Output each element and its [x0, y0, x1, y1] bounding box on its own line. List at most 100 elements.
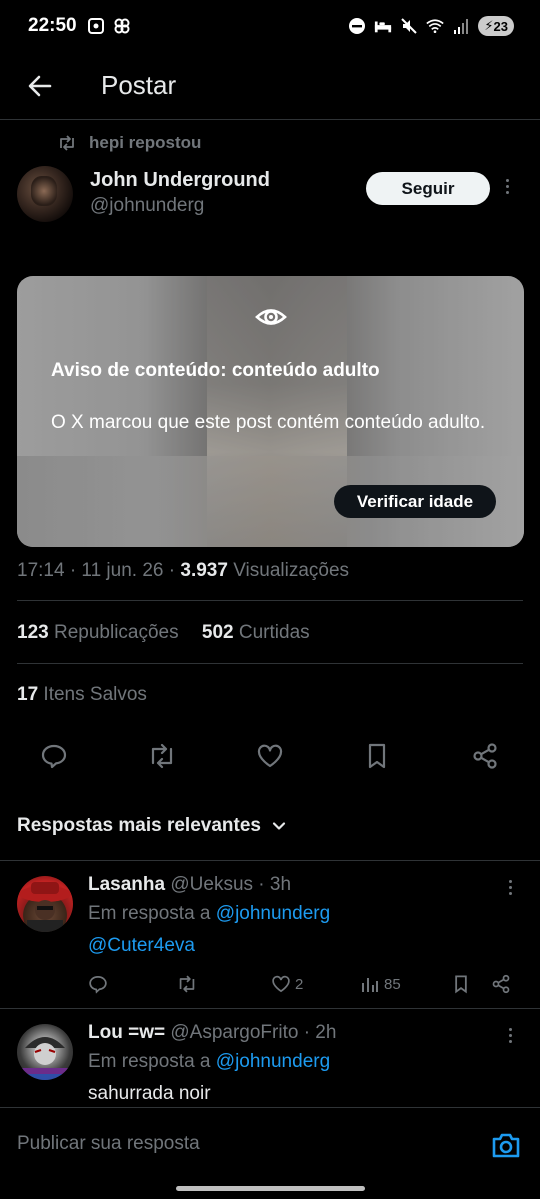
reply-author-name[interactable]: Lasanha: [88, 874, 165, 895]
more-options-icon[interactable]: [506, 179, 509, 194]
divider: [17, 600, 523, 601]
heart-icon: [257, 744, 283, 768]
reply-to-mention[interactable]: @johnunderg: [216, 903, 330, 924]
reply-author-handle[interactable]: @Ueksus: [170, 874, 253, 895]
reply-author-handle[interactable]: @AspargoFrito: [170, 1022, 298, 1043]
repost-indicator[interactable]: hepi repostou: [57, 133, 201, 153]
reply-button[interactable]: [38, 740, 70, 772]
views-count: 85: [384, 975, 401, 993]
share-button[interactable]: [491, 969, 511, 999]
reply-context-prefix: Em resposta a: [88, 903, 216, 924]
repost-text: hepi repostou: [89, 133, 202, 152]
wifi-icon: [426, 17, 445, 35]
more-options-icon[interactable]: [509, 1028, 512, 1043]
reply-composer[interactable]: Publicar sua resposta: [0, 1107, 540, 1181]
reply-button[interactable]: [88, 969, 108, 999]
home-indicator[interactable]: [176, 1186, 365, 1191]
reply-actions: 2 85: [88, 969, 518, 999]
status-time: 22:50: [28, 15, 77, 36]
do-not-disturb-icon: [348, 17, 366, 35]
reposts-count: 123: [17, 622, 49, 643]
heart-icon: [272, 975, 290, 993]
battery-icon: ⚡: [484, 18, 494, 33]
like-button[interactable]: 2: [271, 969, 303, 999]
like-count: 2: [295, 975, 304, 993]
saves-stat[interactable]: 17 Itens Salvos: [17, 684, 147, 706]
signal-icon: [452, 17, 470, 35]
repost-icon: [151, 743, 173, 769]
battery-indicator: ⚡ 23: [478, 16, 514, 36]
reply-author-name[interactable]: Lou =w=: [88, 1022, 165, 1043]
reply-context: Em resposta a @johnunderg: [88, 1051, 330, 1073]
like-button[interactable]: [254, 740, 286, 772]
page-title: Postar: [101, 70, 177, 100]
repost-button[interactable]: [146, 740, 178, 772]
reply-item[interactable]: Lasanha @Ueksus · 3h Em resposta a @john…: [0, 860, 540, 1008]
views-button[interactable]: 85: [360, 969, 401, 999]
post-timestamp: 17:14 · 11 jun. 26 ·: [17, 560, 181, 581]
reply-icon: [89, 975, 107, 994]
reply-context: Em resposta a @johnunderg: [88, 903, 330, 925]
post-author: John Underground @johnunderg Seguir: [17, 164, 523, 226]
saves-count: 17: [17, 684, 39, 705]
share-icon: [473, 743, 497, 769]
repost-icon: [60, 135, 74, 151]
views-label: Visualizações: [227, 560, 350, 581]
follow-button[interactable]: Seguir: [366, 172, 490, 205]
engagement-stats: 123 Republicações 502 Curtidas: [17, 622, 310, 644]
post-meta: 17:14 · 11 jun. 26 · 3.937 Visualizações: [17, 560, 349, 582]
reply-to-mention[interactable]: @johnunderg: [216, 1051, 330, 1072]
reply-item[interactable]: Lou =w= @AspargoFrito · 2h Em resposta a…: [0, 1008, 540, 1107]
status-bar: 22:50 ⚡ 23: [0, 0, 540, 52]
replies-sort-dropdown[interactable]: Respostas mais relevantes: [17, 815, 287, 837]
repost-icon: [179, 975, 195, 993]
divider: [17, 663, 523, 664]
saves-label: Itens Salvos: [38, 684, 147, 705]
bookmark-button[interactable]: [452, 969, 470, 999]
more-options-icon[interactable]: [509, 880, 512, 895]
camera-icon[interactable]: [490, 1129, 522, 1161]
chevron-down-icon: [272, 822, 286, 830]
likes-label: Curtidas: [233, 622, 310, 643]
likes-count: 502: [201, 622, 234, 643]
post-actions: [0, 740, 540, 780]
reply-text[interactable]: @Cuter4eva: [88, 935, 195, 957]
reply-text[interactable]: sahurrada noir: [88, 1083, 211, 1105]
reply-icon: [41, 744, 67, 769]
reposts-label: Republicações: [48, 622, 179, 643]
repost-button[interactable]: [176, 969, 198, 999]
reply-context-prefix: Em resposta a: [88, 1051, 216, 1072]
author-name[interactable]: John Underground: [90, 169, 270, 192]
likes-stat[interactable]: 502 Curtidas: [202, 622, 310, 643]
share-button[interactable]: [469, 740, 501, 772]
sleep-mode-icon: [374, 17, 392, 35]
reply-header: Lasanha @Ueksus · 3h: [88, 874, 291, 896]
avatar[interactable]: [17, 1024, 73, 1080]
avatar[interactable]: [17, 876, 73, 932]
bookmark-icon: [368, 743, 386, 769]
share-icon: [492, 974, 510, 994]
back-button[interactable]: [10, 56, 70, 116]
reply-age: · 2h: [298, 1022, 337, 1043]
author-handle[interactable]: @johnunderg: [90, 195, 204, 217]
analytics-icon: [362, 978, 378, 992]
avatar[interactable]: [17, 166, 73, 222]
reply-header: Lou =w= @AspargoFrito · 2h: [88, 1022, 336, 1044]
reposts-stat[interactable]: 123 Republicações: [17, 622, 179, 643]
bookmark-icon: [455, 975, 467, 994]
screenshot-icon: [87, 17, 105, 35]
replies-sort-label: Respostas mais relevantes: [17, 815, 261, 836]
eye-icon: [255, 309, 287, 325]
battery-level: 23: [493, 18, 508, 34]
bookmark-button[interactable]: [361, 740, 393, 772]
verify-age-button[interactable]: Verificar idade: [334, 485, 496, 518]
reply-age: · 3h: [253, 874, 292, 895]
content-warning-title: Aviso de conteúdo: conteúdo adulto: [51, 360, 380, 381]
reply-input[interactable]: Publicar sua resposta: [17, 1133, 200, 1155]
mute-icon: [400, 17, 418, 35]
top-bar: Postar: [0, 52, 540, 120]
back-arrow-icon: [28, 75, 52, 96]
app-notification-icon: [113, 17, 131, 35]
views-count: 3.937: [180, 560, 228, 581]
sensitive-media[interactable]: Aviso de conteúdo: conteúdo adulto O X m…: [17, 276, 524, 547]
